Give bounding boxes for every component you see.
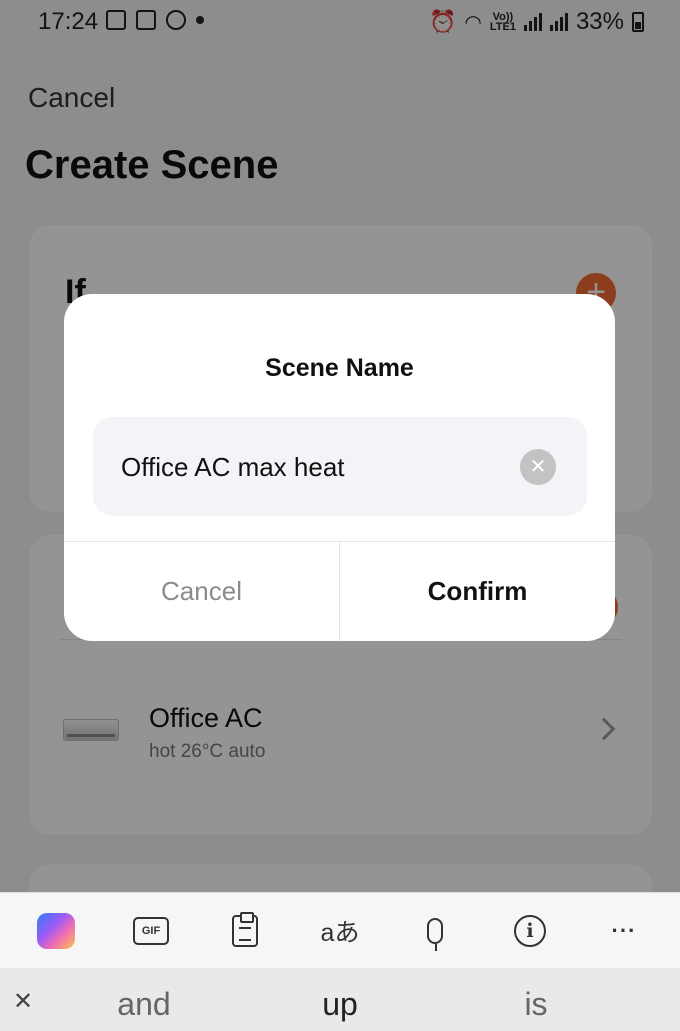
scene-name-field: ✕ <box>93 417 587 516</box>
clear-input-icon[interactable]: ✕ <box>520 449 556 485</box>
suggestion-3[interactable]: is <box>476 986 596 1023</box>
scene-name-input[interactable] <box>121 447 511 487</box>
screen: 17:24 ⏰ ◠ Vo)) LTE1 33% Cancel Create Sce… <box>0 0 680 1031</box>
gif-icon[interactable]: GIF <box>131 911 171 951</box>
dialog-cancel-button[interactable]: Cancel <box>64 542 339 641</box>
translate-icon[interactable]: aあ <box>320 911 360 951</box>
dialog-confirm-button[interactable]: Confirm <box>340 542 615 641</box>
collapse-keyboard-icon[interactable]: ✕ <box>12 988 34 1016</box>
info-icon[interactable]: i <box>510 911 550 951</box>
scene-name-dialog: Scene Name ✕ Cancel Confirm <box>64 294 615 641</box>
suggestion-1[interactable]: and <box>84 986 204 1023</box>
clipboard-icon[interactable] <box>225 911 265 951</box>
more-icon[interactable]: ··· <box>604 911 644 951</box>
microphone-icon[interactable] <box>415 911 455 951</box>
suggestion-2[interactable]: up <box>280 986 400 1023</box>
copilot-icon[interactable] <box>36 911 76 951</box>
dialog-title: Scene Name <box>265 354 414 382</box>
keyboard-suggestion-bar: ✕ and up is <box>0 968 680 1031</box>
keyboard-toolbar: GIF aあ i ··· <box>0 892 680 968</box>
